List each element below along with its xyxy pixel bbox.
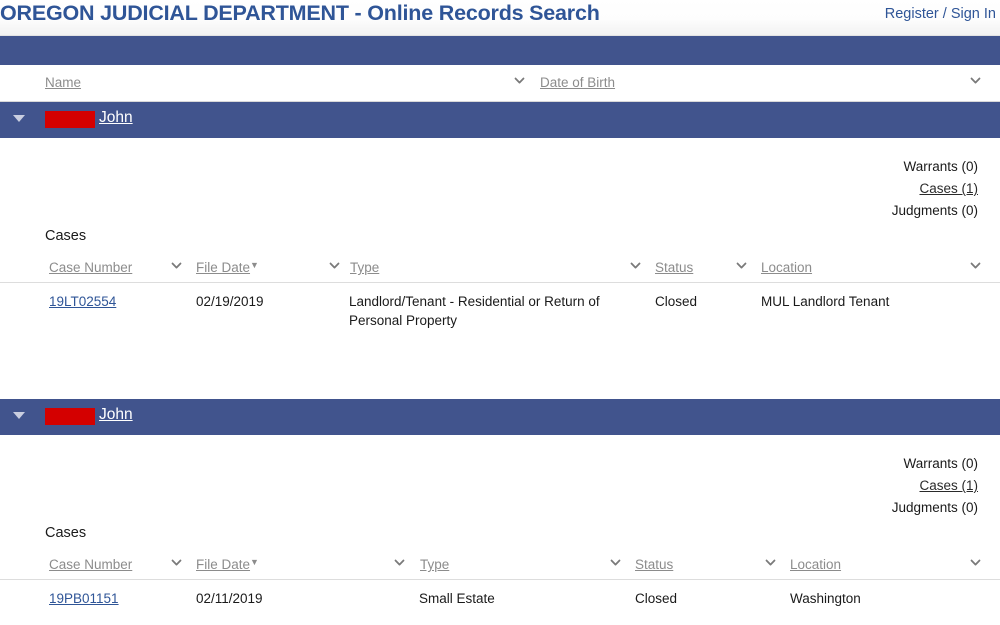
case-status: Closed <box>655 294 698 309</box>
chevron-down-icon-case-number-1[interactable] <box>170 259 183 272</box>
case-type: Small Estate <box>419 591 495 606</box>
cases-column-type-2[interactable]: Type <box>420 557 449 572</box>
page-title: OREGON JUDICIAL DEPARTMENT - Online Reco… <box>0 1 600 25</box>
redacted-last-name-2 <box>45 408 95 425</box>
case-type: Landlord/Tenant - Residential or Return … <box>349 294 600 328</box>
table-row: 19LT02554 02/19/2019 Landlord/Tenant - R… <box>0 283 1000 339</box>
cases-column-case-number-2[interactable]: Case Number <box>49 557 132 572</box>
case-number-link[interactable]: 19LT02554 <box>49 292 116 311</box>
record-counts-2: Warrants (0) Cases (1) Judgments (0) <box>892 453 978 519</box>
sort-desc-icon-2: ▼ <box>250 557 259 567</box>
cases-column-file-date-1[interactable]: File Date▼ <box>196 260 259 275</box>
record-counts-1: Warrants (0) Cases (1) Judgments (0) <box>892 156 978 222</box>
cases-table-2: Case Number File Date▼ Type Status Locat… <box>0 553 1000 625</box>
chevron-down-icon-location-2[interactable] <box>969 556 982 569</box>
cases-count-link-1[interactable]: Cases (1) <box>892 178 978 200</box>
chevron-down-icon-type-1[interactable] <box>629 259 642 272</box>
cases-table-header-1: Case Number File Date▼ Type Status Locat… <box>0 256 1000 283</box>
chevron-down-icon-type-2[interactable] <box>609 556 622 569</box>
cases-column-case-number-1[interactable]: Case Number <box>49 260 132 275</box>
register-signin-link[interactable]: Register / Sign In <box>885 6 996 22</box>
judgments-count-1: Judgments (0) <box>891 203 978 218</box>
case-file-date: 02/11/2019 <box>196 591 263 606</box>
cases-column-location-2[interactable]: Location <box>790 557 841 572</box>
cases-table-1: Case Number File Date▼ Type Status Locat… <box>0 256 1000 339</box>
triangle-down-icon-2[interactable] <box>13 412 25 419</box>
sort-desc-icon-1: ▼ <box>250 260 259 270</box>
cases-table-header-2: Case Number File Date▼ Type Status Locat… <box>0 553 1000 580</box>
warrants-count-1: Warrants (0) <box>903 159 978 174</box>
chevron-down-icon-status-1[interactable] <box>735 259 748 272</box>
redacted-last-name-1 <box>45 111 95 128</box>
cases-column-location-1[interactable]: Location <box>761 260 812 275</box>
judgments-count-2: Judgments (0) <box>891 500 978 515</box>
chevron-down-icon-case-number-2[interactable] <box>170 556 183 569</box>
cases-count-link-2[interactable]: Cases (1) <box>892 475 978 497</box>
search-results-column-header: Name Date of Birth <box>0 65 1000 102</box>
case-status: Closed <box>635 591 678 606</box>
chevron-down-icon-status-2[interactable] <box>764 556 777 569</box>
cases-column-type-1[interactable]: Type <box>350 260 379 275</box>
chevron-down-icon-file-date-1[interactable] <box>328 259 341 272</box>
person-detail-panel-2: Warrants (0) Cases (1) Judgments (0) Cas… <box>0 435 1000 624</box>
case-number-link[interactable]: 19PB01151 <box>49 589 119 608</box>
case-location: Washington <box>790 591 861 606</box>
site-header: OREGON JUDICIAL DEPARTMENT - Online Reco… <box>0 0 1000 36</box>
warrants-count-2: Warrants (0) <box>903 456 978 471</box>
chevron-down-icon-location-1[interactable] <box>969 259 982 272</box>
cases-section-label-1: Cases <box>45 228 87 244</box>
column-header-name[interactable]: Name <box>45 75 81 90</box>
person-result-header-2[interactable]: John <box>0 399 1000 435</box>
person-name-link-2[interactable]: John <box>99 406 133 424</box>
person-result-header-1[interactable]: John <box>0 102 1000 138</box>
case-file-date: 02/19/2019 <box>196 294 264 309</box>
chevron-down-icon-name-column[interactable] <box>513 74 526 87</box>
cases-column-file-date-2[interactable]: File Date▼ <box>196 557 259 572</box>
cases-section-label-2: Cases <box>45 525 87 541</box>
chevron-down-icon-file-date-2[interactable] <box>393 556 406 569</box>
case-location: MUL Landlord Tenant <box>761 294 890 309</box>
navigation-bar <box>0 36 1000 65</box>
column-header-date-of-birth[interactable]: Date of Birth <box>540 75 615 90</box>
chevron-down-icon-dob-column[interactable] <box>969 74 982 87</box>
table-row: 19PB01151 02/11/2019 Small Estate Closed… <box>0 580 1000 625</box>
cases-column-status-2[interactable]: Status <box>635 557 673 572</box>
cases-column-status-1[interactable]: Status <box>655 260 693 275</box>
person-name-link-1[interactable]: John <box>99 109 133 127</box>
person-detail-panel-1: Warrants (0) Cases (1) Judgments (0) Cas… <box>0 138 1000 399</box>
triangle-down-icon-1[interactable] <box>13 115 25 122</box>
